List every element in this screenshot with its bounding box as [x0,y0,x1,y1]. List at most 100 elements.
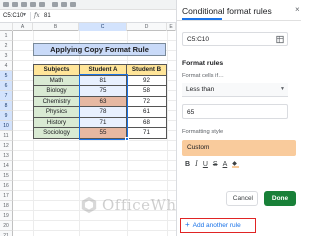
row-header[interactable]: 16 [0,181,13,191]
range-value: C5:C10 [187,36,210,43]
formatting-style-toolbar: B I U S A ◆ [182,158,296,170]
row-gridline [13,160,176,161]
row-gridline [13,170,176,171]
redo-icon[interactable] [12,2,18,7]
score-cell[interactable]: 75 [79,85,127,97]
text-color-button[interactable]: A [223,161,228,168]
row-header[interactable]: 17 [0,191,13,201]
score-cell[interactable]: 68 [126,116,167,128]
bold-button[interactable]: B [185,161,190,168]
formula-input[interactable]: 81 [44,13,51,19]
row-header[interactable]: 18 [0,201,13,211]
row-header[interactable]: 4 [0,61,13,71]
row-gridline [13,180,176,181]
header-cell[interactable]: Subjects [33,64,80,76]
range-input[interactable]: C5:C10 [182,32,288,46]
row-gridline [13,40,176,41]
column-header[interactable]: D [127,23,167,31]
done-button[interactable]: Done [264,191,296,206]
formatting-style-dropdown[interactable]: Custom [182,140,296,156]
score-cell[interactable]: 72 [126,95,167,107]
row-header[interactable]: 3 [0,51,13,61]
row-header[interactable]: 20 [0,221,13,231]
grid-select-icon[interactable] [276,35,284,44]
score-cell[interactable]: 61 [126,106,167,118]
row-gridline [13,150,176,151]
row-header[interactable]: 5 [0,71,13,81]
fill-handle[interactable] [125,137,129,141]
subject-cell[interactable]: Physics [33,106,80,118]
zoom-icon[interactable] [39,2,45,7]
format-cells-if-label: Format cells if… [182,73,224,79]
select-all-corner[interactable] [0,23,13,31]
close-icon[interactable]: × [295,5,300,14]
column-header[interactable]: C [79,23,127,31]
score-cell[interactable]: 92 [126,74,167,86]
column-header[interactable]: B [33,23,79,31]
condition-value-input[interactable]: 65 [182,104,288,119]
subject-cell[interactable]: Chemistry [33,95,80,107]
score-cell[interactable]: 55 [79,127,127,139]
sheet-title-cell[interactable]: Applying Copy Format Rule [33,43,166,56]
row-header[interactable]: 11 [0,131,13,141]
row-header[interactable]: 9 [0,111,13,121]
header-cell[interactable]: Student B [126,64,167,76]
add-another-rule-button[interactable]: + Add another rule [180,218,256,233]
chevron-down-icon: ▼ [280,86,285,92]
row-header[interactable]: 2 [0,41,13,51]
row-header[interactable]: 1 [0,31,13,41]
subject-cell[interactable]: History [33,116,80,128]
table-header-row: Subjects Student A Student B [33,64,167,76]
paint-format-icon[interactable] [30,2,36,7]
row-header[interactable]: 6 [0,81,13,91]
fill-color-icon[interactable]: ◆ [232,161,240,168]
column-header[interactable]: E [167,23,176,31]
condition-value-text: 65 [187,109,195,116]
officewheel-logo-icon [81,196,97,214]
score-cell[interactable]: 78 [79,106,127,118]
italic-button[interactable]: I [195,160,198,168]
subject-cell[interactable]: Biology [33,85,80,97]
currency-icon[interactable] [52,2,58,7]
row-gridline [13,60,176,61]
table-row: Chemistry 63 72 [33,95,167,107]
score-cell[interactable]: 71 [79,116,127,128]
score-cell[interactable]: 58 [126,85,167,97]
name-box[interactable]: C5:C10 [3,13,23,19]
row-header[interactable]: 13 [0,151,13,161]
row-header[interactable]: 12 [0,141,13,151]
table-row: History 71 68 [33,116,167,128]
cancel-button[interactable]: Cancel [226,191,258,206]
header-cell[interactable]: Student A [79,64,127,76]
data-table: Subjects Student A Student B Math 81 92 Bio… [33,64,167,139]
row-header[interactable]: 21 [0,231,13,236]
decimal-icon[interactable] [70,2,76,7]
fx-icon: fx [34,12,40,19]
strikethrough-button[interactable]: S [213,161,218,168]
row-header[interactable]: 14 [0,161,13,171]
formula-bar: C5:C10 ▼ fx 81 [0,10,176,23]
column-header-row: A B C D E [0,23,176,31]
condition-dropdown[interactable]: Less than ▼ [182,83,288,97]
row-header[interactable]: 7 [0,91,13,101]
score-cell[interactable]: 63 [79,95,127,107]
underline-button[interactable]: U [203,161,208,168]
subject-cell[interactable]: Math [33,74,80,86]
score-cell[interactable]: 71 [126,127,167,139]
chevron-down-icon[interactable]: ▼ [22,12,27,18]
print-icon[interactable] [21,2,27,7]
row-header[interactable]: 19 [0,211,13,221]
row-header[interactable]: 15 [0,171,13,181]
undo-icon[interactable] [3,2,9,7]
score-cell[interactable]: 81 [79,74,127,86]
panel-title: Conditional format rules [182,6,272,16]
row-gridline [13,220,176,221]
row-gridline [13,230,176,231]
column-header[interactable]: A [13,23,33,31]
row-header[interactable]: 8 [0,101,13,111]
plus-icon: + [185,220,190,229]
subject-cell[interactable]: Sociology [33,127,80,139]
row-header[interactable]: 10 [0,121,13,131]
percent-icon[interactable] [61,2,67,7]
formatting-style-label: Formatting style [182,129,224,135]
